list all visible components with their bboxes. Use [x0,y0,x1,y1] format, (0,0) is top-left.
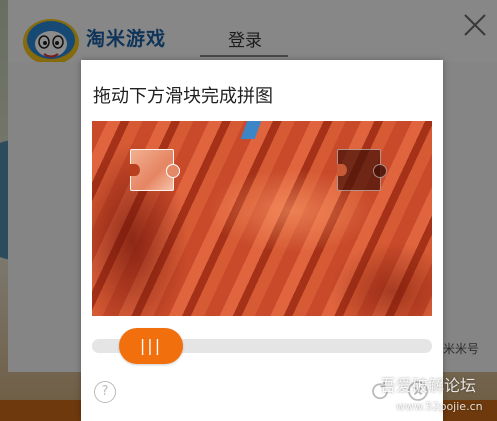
puzzle-target-slot [337,149,387,191]
slider-handle[interactable]: ||| [119,328,183,364]
slot-notch [337,164,347,176]
captcha-dialog: 拖动下方滑块完成拼图 ||| ? [81,60,443,421]
watermark-url: www.52pojie.cn [396,400,483,413]
watermark-text: 吾爱破解论坛 [380,376,477,395]
captcha-title: 拖动下方滑块完成拼图 [93,86,273,107]
puzzle-piece[interactable] [130,149,180,191]
slot-tab [373,164,387,178]
piece-notch [130,164,140,176]
help-icon[interactable]: ? [94,381,116,403]
piece-tab [166,164,180,178]
puzzle-image [92,121,432,316]
sky-gap [240,121,262,139]
